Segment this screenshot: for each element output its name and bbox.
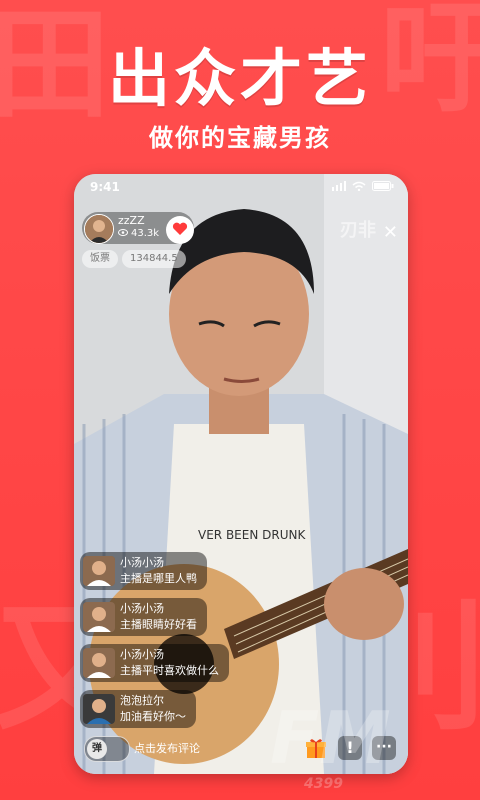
svg-text:VER BEEN DRUNK: VER BEEN DRUNK — [198, 528, 306, 542]
chat-message: 小汤小汤 主播是哪里人鸭 — [80, 552, 280, 594]
chat-bubble: 小汤小汤 主播眼睛好好看 — [80, 598, 207, 636]
chat-text: 加油看好你～ — [120, 710, 186, 723]
chat-text: 主播平时喜欢做什么 — [120, 664, 219, 677]
chat-bubble: 小汤小汤 主播是哪里人鸭 — [80, 552, 207, 590]
comment-input-trigger[interactable]: 点击发布评论 — [134, 740, 200, 756]
chat-message: 泡泡拉尔 加油看好你～ — [80, 690, 280, 732]
chat-avatar[interactable] — [83, 602, 115, 632]
status-bar: 9:41 — [74, 174, 408, 198]
chat-avatar[interactable] — [83, 648, 115, 678]
chat-avatar[interactable] — [83, 556, 115, 586]
channel-watermark: 刃非 — [340, 220, 376, 241]
ticket-value: 134844.5 — [122, 250, 186, 268]
chat-username: 泡泡拉尔 — [120, 694, 164, 707]
status-time: 9:41 — [90, 180, 120, 194]
danmu-knob: 弹 — [87, 739, 107, 759]
host-name: zzZZ — [118, 214, 145, 227]
host-view-count: 43.3k — [118, 228, 159, 239]
chat-username: 小汤小汤 — [120, 602, 164, 615]
wifi-icon — [352, 180, 366, 194]
follow-button[interactable] — [166, 216, 194, 244]
view-count-text: 43.3k — [131, 228, 160, 239]
chat-username: 小汤小汤 — [120, 648, 164, 661]
chat-message: 小汤小汤 主播平时喜欢做什么 — [80, 644, 280, 686]
chat-avatar[interactable] — [83, 694, 115, 724]
chat-text: 主播是哪里人鸭 — [120, 572, 197, 585]
heart-icon — [172, 221, 188, 240]
chat-bubble: 小汤小汤 主播平时喜欢做什么 — [80, 644, 229, 682]
corner-watermark-small: 4399 — [304, 776, 343, 792]
phone-mockup: VER BEEN DRUNK 9:41 zzZZ 43.3k 刃非 ✕ 饭票 1… — [74, 174, 408, 774]
chat-bubble: 泡泡拉尔 加油看好你～ — [80, 690, 196, 728]
battery-icon — [372, 180, 394, 194]
corner-watermark: FM — [270, 696, 391, 780]
promo-subline: 做你的宝藏男孩 — [149, 124, 331, 152]
chat-text: 主播眼睛好好看 — [120, 618, 197, 631]
chat-message: 小汤小汤 主播眼睛好好看 — [80, 598, 280, 640]
danmu-toggle[interactable]: 弹 — [84, 736, 130, 762]
stats-row: 饭票 134844.5 — [82, 250, 186, 268]
host-avatar[interactable] — [84, 214, 114, 244]
signal-icon — [332, 180, 346, 194]
close-button[interactable]: ✕ — [383, 222, 398, 243]
chat-list: 小汤小汤 主播是哪里人鸭 小汤小汤 主播眼睛好好看 小汤小汤 主播平时喜欢做什么… — [80, 552, 280, 736]
promo-headline: 出众才艺 — [107, 42, 372, 115]
eye-icon — [118, 228, 128, 239]
chat-username: 小汤小汤 — [120, 556, 164, 569]
promo-page: 田 吁 又 刂 出众才艺 做你的宝藏男孩 VER BEEN DRUNK 9:41… — [0, 0, 480, 800]
ticket-label: 饭票 — [82, 250, 118, 268]
